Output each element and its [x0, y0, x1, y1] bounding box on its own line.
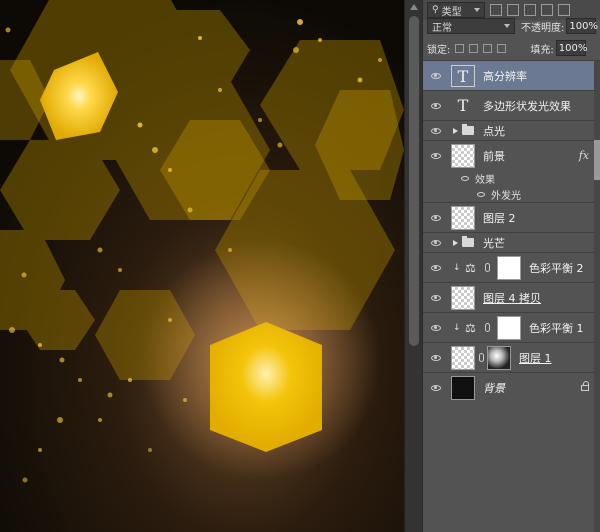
lock-brush-icon[interactable] — [469, 43, 479, 53]
layer-thumbnail — [451, 205, 475, 230]
layer-row-high-res[interactable]: T 高分辨率 — [423, 60, 600, 90]
fx-icon[interactable]: fx — [579, 149, 589, 162]
layer-name: 前景 — [483, 149, 505, 163]
document-vertical-scrollbar[interactable] — [404, 0, 422, 532]
filter-shape-icon[interactable] — [541, 4, 553, 16]
layer-row-layer-1[interactable]: 图层 1 — [423, 342, 600, 372]
lock-all-icon[interactable] — [497, 43, 507, 53]
lock-row: 锁定: 填充: 100% — [423, 38, 600, 58]
fill-input[interactable]: 100% — [555, 40, 587, 56]
layer-row-color-balance-1[interactable]: ↓ ⚖ 色彩平衡 1 — [423, 312, 600, 342]
fill-label: 填充: — [530, 44, 554, 56]
layers-scrollbar[interactable] — [594, 60, 600, 532]
blend-row: 正常 不透明度: 100% — [423, 16, 600, 36]
document-canvas[interactable] — [0, 0, 404, 532]
bokeh-artwork — [0, 0, 404, 532]
layer-row-background[interactable]: 背景 — [423, 372, 600, 402]
layer-name: 多边形状发光效果 — [483, 99, 571, 113]
layer-name: 图层 4 拷贝 — [483, 291, 541, 305]
layer-row-group-dot-light[interactable]: 点光 — [423, 120, 600, 140]
layer-name: 点光 — [483, 124, 505, 138]
clip-arrow-icon: ↓ — [453, 322, 461, 333]
eye-icon[interactable] — [431, 214, 441, 221]
layer-name: 图层 2 — [483, 211, 516, 225]
layer-row-color-balance-2[interactable]: ↓ ⚖ 色彩平衡 2 — [423, 252, 600, 282]
layer-thumbnail — [451, 285, 475, 310]
eye-icon[interactable] — [431, 324, 441, 331]
lock-icon — [581, 381, 589, 391]
layer-row-layer-2[interactable]: 图层 2 — [423, 202, 600, 232]
eye-icon[interactable] — [431, 127, 441, 134]
chevron-down-icon — [474, 8, 480, 12]
link-icon[interactable] — [485, 323, 490, 332]
eye-icon[interactable] — [431, 102, 441, 109]
eye-icon[interactable] — [431, 264, 441, 271]
eye-icon[interactable] — [431, 354, 441, 361]
filter-smart-object-icon[interactable] — [558, 4, 570, 16]
layer-name: 背景 — [483, 381, 505, 395]
type-layer-icon: T — [451, 64, 475, 87]
layer-thumbnail — [451, 345, 475, 370]
layer-row-foreground[interactable]: 前景 fx — [423, 140, 600, 170]
blend-mode-label: 正常 — [432, 22, 452, 34]
opacity-label: 不透明度: — [521, 22, 565, 34]
layers-scrollbar-thumb[interactable] — [594, 140, 600, 180]
balance-scale-icon: ⚖ — [465, 320, 476, 335]
chevron-down-icon — [504, 24, 510, 28]
lock-label: 锁定: — [427, 44, 451, 56]
eye-icon[interactable] — [431, 239, 441, 246]
effect-label: 外发光 — [491, 190, 521, 202]
layers-panel: ⚲ 类型 正常 不透明度: 100% 锁定: 填充: 100% T 高分辨率 T… — [422, 0, 600, 532]
layer-thumbnail — [451, 375, 475, 400]
effect-row-outer-glow[interactable]: 外发光 — [423, 186, 600, 202]
eye-icon[interactable] — [461, 175, 469, 181]
effects-label: 效果 — [475, 174, 495, 186]
clip-arrow-icon: ↓ — [453, 262, 461, 273]
balance-scale-icon: ⚖ — [465, 260, 476, 275]
eye-icon[interactable] — [431, 152, 441, 159]
lock-transparent-icon[interactable] — [455, 43, 465, 53]
opacity-input[interactable]: 100% — [566, 18, 598, 34]
expand-arrow-icon[interactable] — [453, 239, 458, 246]
link-icon[interactable] — [485, 263, 490, 272]
layer-list: T 高分辨率 T 多边形状发光效果 点光 前景 fx 效果 外发光 图层 2 光… — [423, 60, 600, 402]
layer-name: 色彩平衡 2 — [529, 261, 584, 275]
expand-arrow-icon[interactable] — [453, 127, 458, 134]
layer-thumbnail — [451, 143, 475, 168]
eye-icon[interactable] — [477, 191, 485, 197]
layer-row-layer-4-copy[interactable]: 图层 4 拷贝 — [423, 282, 600, 312]
eye-icon[interactable] — [431, 384, 441, 391]
layer-name: 色彩平衡 1 — [529, 321, 584, 335]
layer-mask-thumbnail — [487, 345, 511, 370]
filter-pixel-icon[interactable] — [490, 4, 502, 16]
folder-icon — [462, 236, 474, 247]
link-icon[interactable] — [479, 353, 484, 362]
effects-header-row[interactable]: 效果 — [423, 170, 600, 186]
layer-mask-thumbnail — [497, 255, 521, 280]
search-icon: ⚲ — [432, 5, 439, 15]
layer-name: 光芒 — [483, 236, 505, 250]
folder-icon — [462, 124, 474, 135]
eye-icon[interactable] — [431, 72, 441, 79]
eye-icon[interactable] — [431, 294, 441, 301]
scrollbar-thumb[interactable] — [409, 16, 419, 346]
layer-row-polygon-glow[interactable]: T 多边形状发光效果 — [423, 90, 600, 120]
scroll-up-arrow-icon[interactable] — [410, 4, 418, 10]
layer-name: 图层 1 — [519, 351, 552, 365]
layer-row-group-rays[interactable]: 光芒 — [423, 232, 600, 252]
layer-name: 高分辨率 — [483, 69, 527, 83]
filter-type-icon[interactable] — [524, 4, 536, 16]
filter-adjustment-icon[interactable] — [507, 4, 519, 16]
blend-mode-dropdown[interactable]: 正常 — [427, 18, 515, 34]
lock-move-icon[interactable] — [483, 43, 493, 53]
type-layer-icon: T — [457, 95, 469, 115]
layer-mask-thumbnail — [497, 315, 521, 340]
